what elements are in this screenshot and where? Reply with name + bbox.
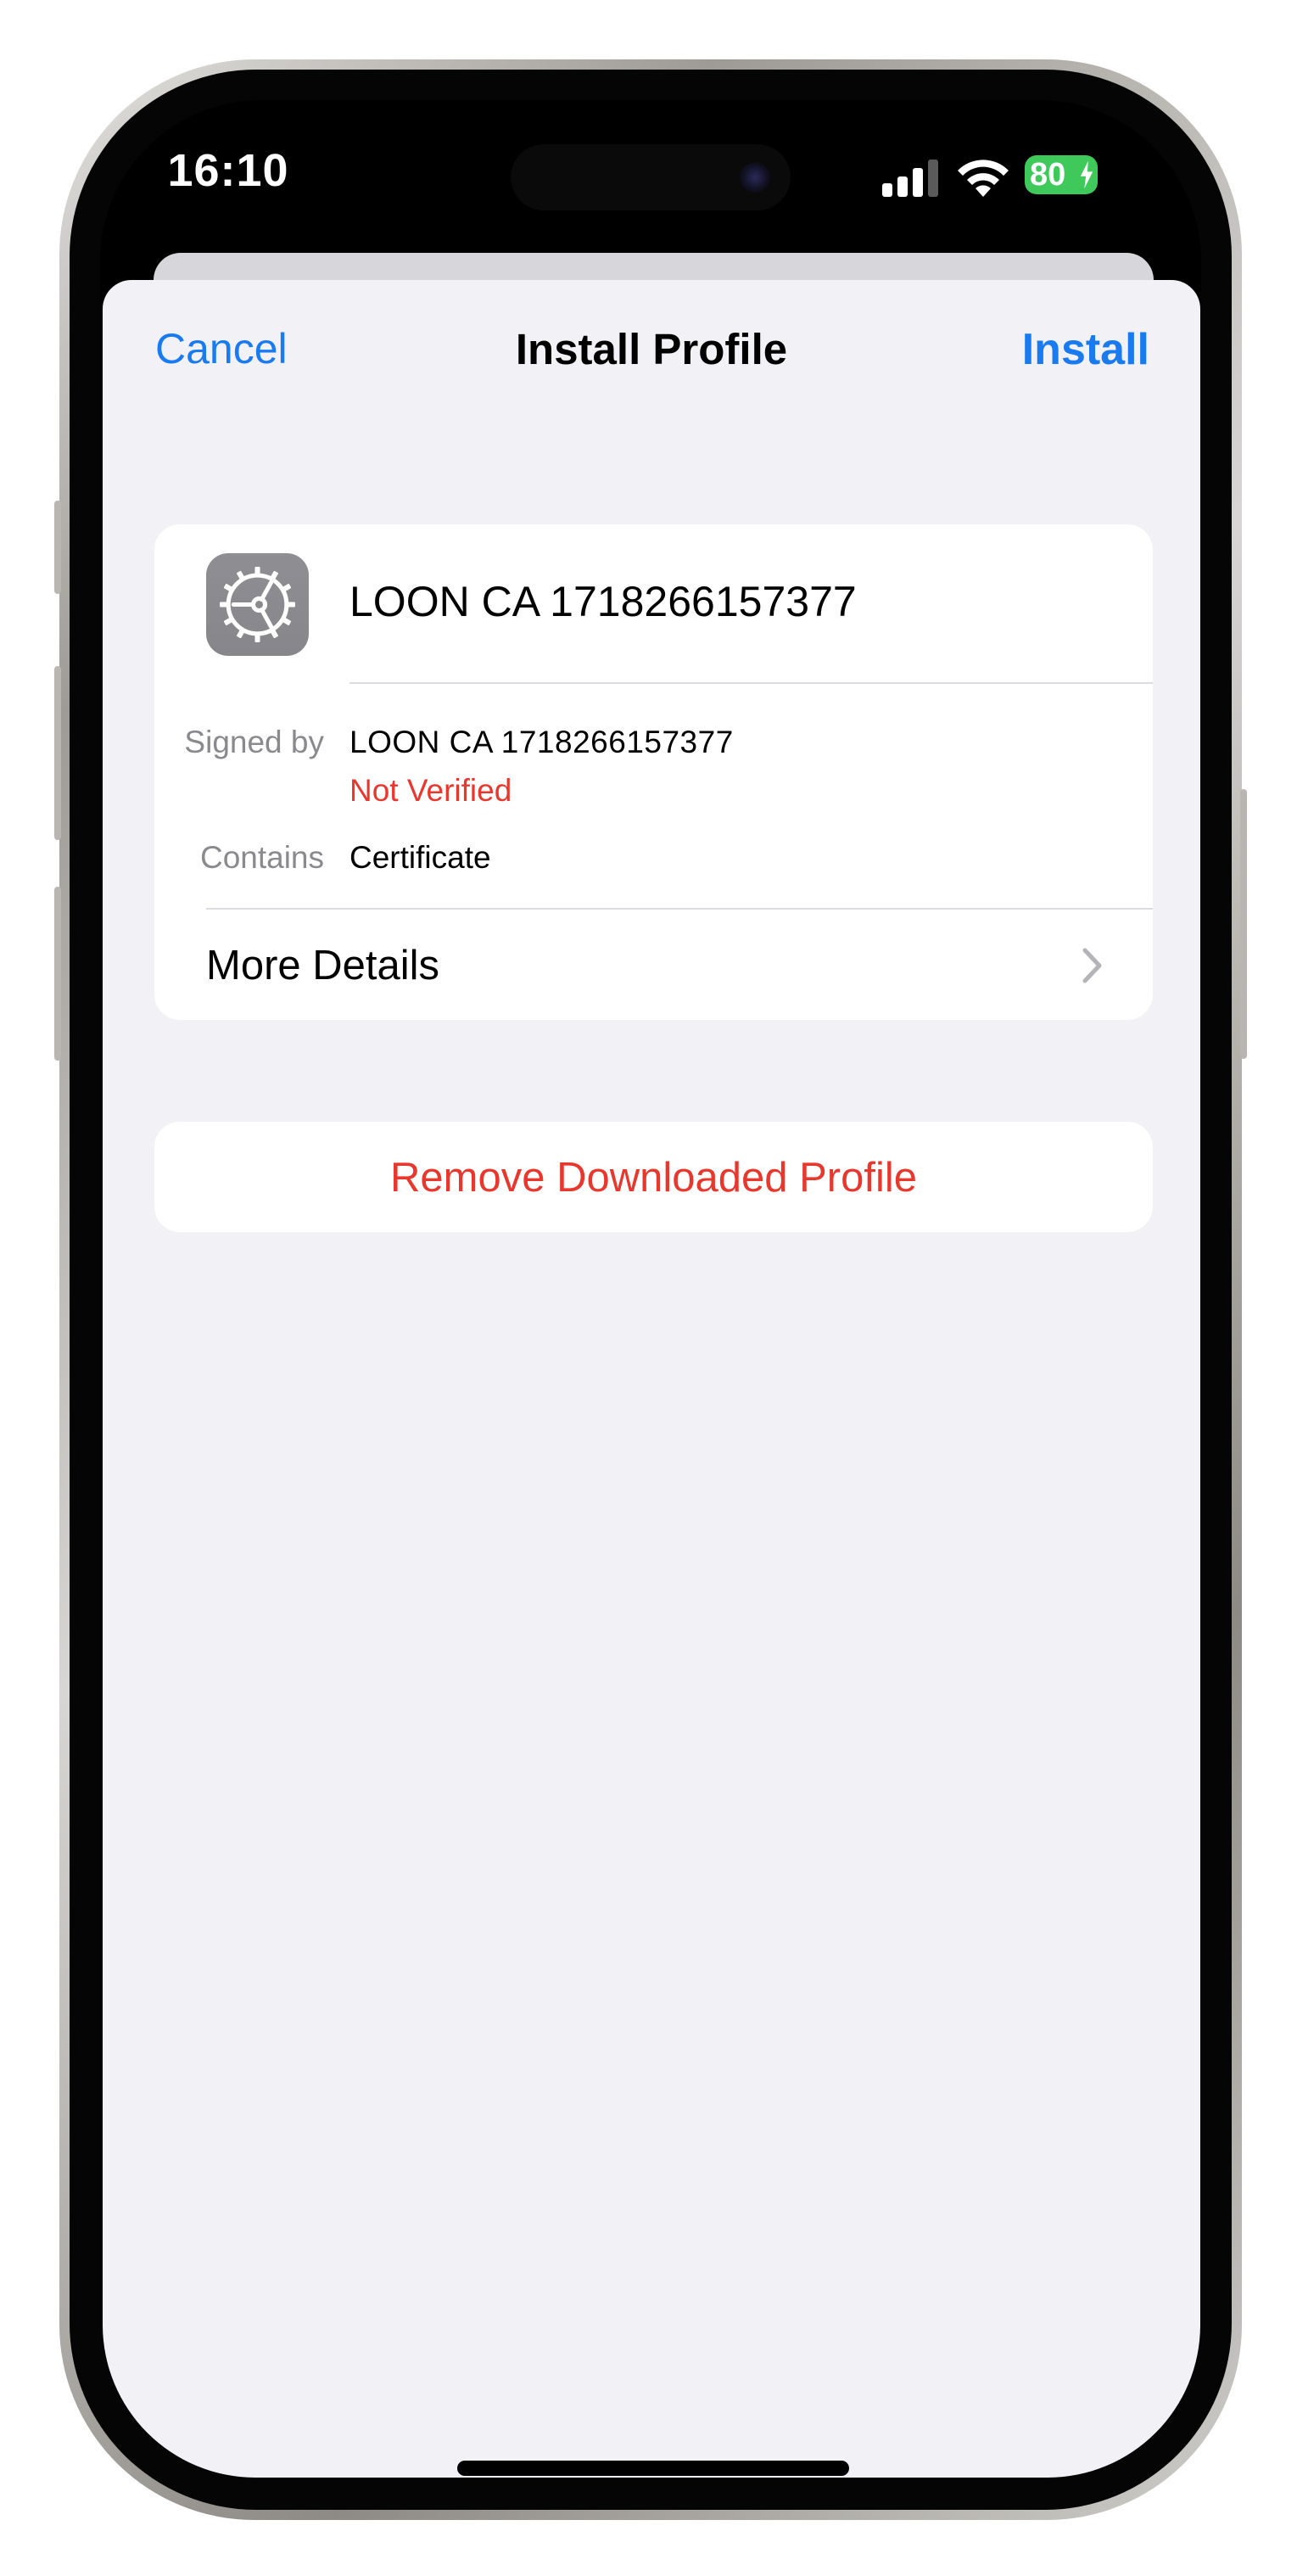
- front-camera: [740, 162, 770, 193]
- install-button[interactable]: Install: [1022, 324, 1149, 375]
- install-profile-sheet: Cancel Install Profile Install LOON CA 1…: [103, 280, 1200, 2478]
- home-indicator[interactable]: [457, 2461, 849, 2476]
- power-button: [1240, 789, 1247, 1059]
- volume-down-button: [54, 887, 61, 1061]
- profile-card: LOON CA 1718266157377 Signed by LOON CA …: [154, 524, 1153, 1020]
- remove-downloaded-profile-button[interactable]: Remove Downloaded Profile: [154, 1122, 1153, 1232]
- profile-name: LOON CA 1718266157377: [349, 578, 857, 625]
- more-details-label: More Details: [206, 943, 440, 988]
- wifi-icon: [958, 160, 1009, 197]
- signed-by-label: Signed by: [184, 725, 324, 759]
- divider: [349, 682, 1153, 684]
- more-details-row[interactable]: More Details: [154, 910, 1153, 1020]
- profile-settings-icon: [206, 553, 309, 656]
- volume-up-button: [54, 666, 61, 840]
- contains-label: Contains: [199, 840, 324, 875]
- contains-value: Certificate: [349, 840, 491, 875]
- battery-level: 80: [1030, 157, 1066, 193]
- gear-icon: [220, 567, 295, 642]
- status-time: 16:10: [167, 145, 289, 196]
- remove-downloaded-profile-label: Remove Downloaded Profile: [390, 1155, 917, 1201]
- verification-status: Not Verified: [349, 773, 512, 808]
- action-button: [54, 501, 61, 594]
- battery-indicator: 80: [1025, 155, 1098, 194]
- chevron-right-icon: [1082, 948, 1102, 983]
- charging-bolt-icon: [1080, 160, 1093, 189]
- cellular-signal-icon: [882, 160, 940, 197]
- signed-by-value: LOON CA 1718266157377: [349, 725, 734, 759]
